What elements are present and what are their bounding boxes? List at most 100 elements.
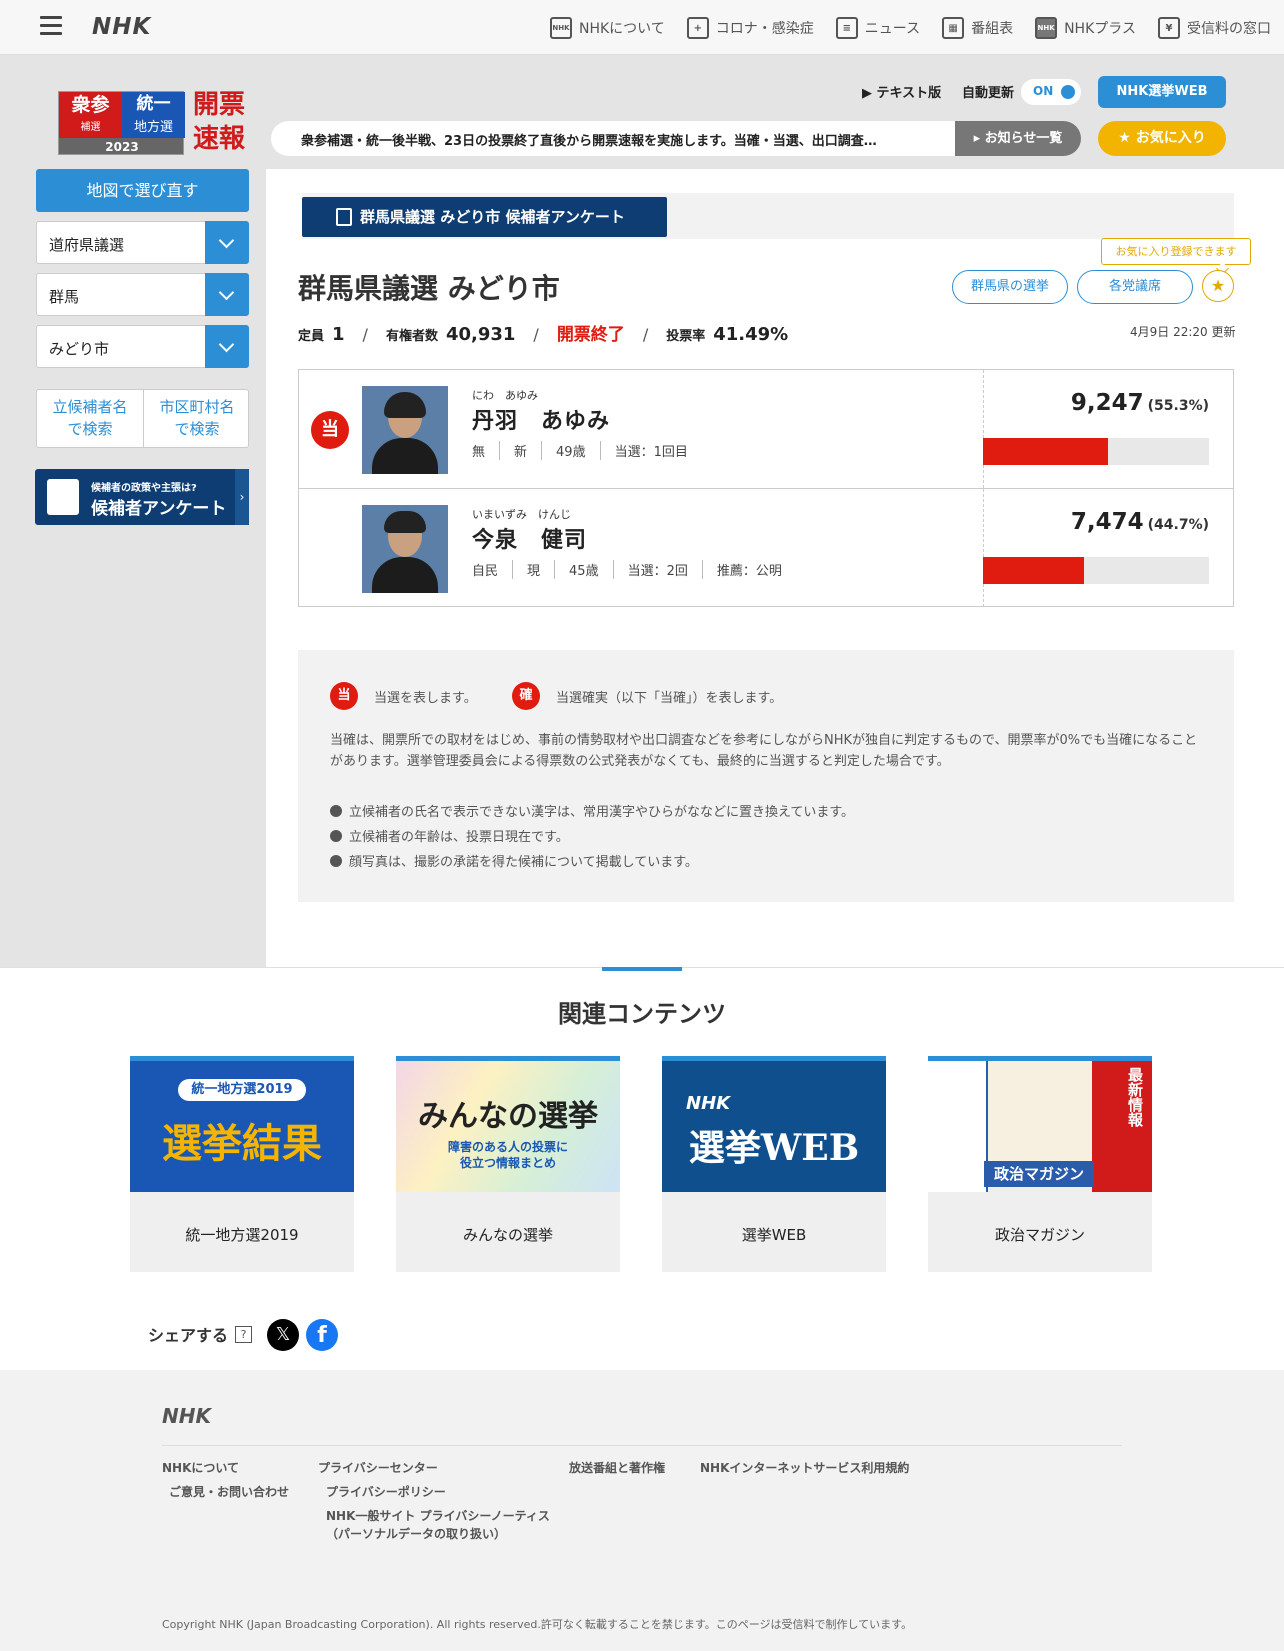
voters-value: 40,931 bbox=[445, 324, 516, 345]
footer-link-about[interactable]: NHKについて bbox=[162, 1459, 239, 1477]
related-card-politics-magazine[interactable]: 最新情報 政治マガジン 政治マガジン bbox=[928, 1056, 1152, 1272]
related-card-2019-results[interactable]: 統一地方選2019 選挙結果 統一地方選2019 bbox=[130, 1056, 354, 1272]
footer-link-contact[interactable]: ご意見・お問い合わせ bbox=[169, 1483, 289, 1501]
candidate-name: 丹羽 あゆみ bbox=[472, 409, 611, 434]
candidate-results-table: 当 にわ あゆみ 丹羽 あゆみ 無新 49歳 当選：1回目 9,247 (55.3%)… bbox=[298, 369, 1234, 607]
prefecture-elections-button[interactable]: 群馬県の選挙 bbox=[952, 270, 1068, 304]
section-accent bbox=[602, 967, 682, 971]
favorite-star-icon[interactable]: ★ bbox=[1202, 270, 1234, 302]
legend-bullet: 立候補者の氏名で表示できない漢字は、常用漢字やひらがななどに置き換えています。 bbox=[330, 801, 854, 820]
candidate-name: 今泉 健司 bbox=[472, 528, 588, 553]
nav-item-news[interactable]: ≡ ニュース bbox=[835, 16, 920, 40]
news-icon: ≡ bbox=[835, 17, 858, 39]
nav-item-program-guide[interactable]: ▦ 番組表 bbox=[942, 16, 1013, 40]
share-label: シェアする bbox=[148, 1326, 229, 1345]
election-type-select[interactable]: 道府県議選 bbox=[36, 221, 249, 264]
chevron-down-icon bbox=[205, 273, 249, 316]
footer-link-terms[interactable]: NHKインターネットサービス利用規約 bbox=[700, 1459, 909, 1477]
candidate-survey-tab[interactable]: 群馬県議選 みどり市 候補者アンケート bbox=[302, 197, 667, 237]
help-icon[interactable]: ? bbox=[235, 1326, 252, 1343]
election-stats: 定員 1 / 有権者数 40,931 / 開票終了 / 投票率 41.49% bbox=[298, 320, 806, 345]
nhk-logo[interactable]: NHK bbox=[92, 14, 151, 40]
card-thumbnail: みんなの選挙 障害のある人の投票に役立つ情報まとめ bbox=[396, 1061, 620, 1192]
hamburger-menu-icon[interactable] bbox=[40, 16, 62, 36]
updated-time: 4月9日 22:20 更新 bbox=[1130, 325, 1236, 339]
footer-link-broadcast-copyright[interactable]: 放送番組と著作権 bbox=[569, 1459, 665, 1477]
footer-link-privacy-notice[interactable]: NHK一般サイト プライバシーノーティス （パーソナルデータの取り扱い） bbox=[326, 1507, 550, 1543]
candidate-ruby: いまいずみ けんじ bbox=[472, 508, 571, 521]
certain-badge: 確 bbox=[512, 682, 540, 710]
chevron-down-icon bbox=[205, 325, 249, 368]
news-ticker: 衆参補選・統一後半戦、23日の投票終了直後から開票速報を実施します。当確・当選、… bbox=[271, 121, 1081, 156]
card-thumbnail: 最新情報 政治マガジン bbox=[928, 1061, 1152, 1192]
elected-badge: 当 bbox=[311, 411, 349, 449]
related-content-title: 関連コンテンツ bbox=[558, 1000, 726, 1028]
corona-icon: + bbox=[686, 17, 709, 39]
prefecture-select[interactable]: 群馬 bbox=[36, 273, 249, 316]
breaking-results-title: 開票 速報 bbox=[193, 90, 246, 154]
vote-share-fill bbox=[983, 438, 1108, 465]
party-seats-button[interactable]: 各党議席 bbox=[1077, 270, 1193, 304]
facebook-share-icon[interactable]: f bbox=[306, 1319, 338, 1351]
turnout-value: 41.49% bbox=[713, 324, 789, 345]
x-share-icon[interactable]: 𝕏 bbox=[267, 1319, 299, 1351]
related-card-everyones-election[interactable]: みんなの選挙 障害のある人の投票に役立つ情報まとめ みんなの選挙 bbox=[396, 1056, 620, 1272]
toggle-knob bbox=[1061, 85, 1075, 99]
election-logo[interactable]: 衆参 補選 統一 地方選 2023 bbox=[58, 91, 185, 155]
page-title: 群馬県議選 みどり市 bbox=[298, 272, 560, 305]
vote-share-fill bbox=[983, 557, 1085, 584]
nhk-plus-icon: NHK bbox=[1035, 17, 1058, 39]
nav-item-corona[interactable]: + コロナ・感染症 bbox=[686, 16, 814, 40]
candidate-meta: 無新 49歳 当選：1回目 bbox=[472, 441, 702, 460]
vote-count: 9,247 (55.3%) bbox=[1070, 390, 1209, 416]
candidate-meta: 自民現 45歳 当選：2回 推薦：公明 bbox=[472, 560, 796, 579]
election-web-button[interactable]: NHK選挙WEB bbox=[1098, 76, 1226, 108]
footer-nhk-logo[interactable]: NHK bbox=[162, 1404, 211, 1428]
legend-notes: 当 当選を表します。 確 当選確実（以下「当確」）を表します。 当確は、開票所で… bbox=[298, 650, 1234, 902]
favorite-button[interactable]: ★ お気に入り bbox=[1098, 121, 1226, 156]
nav-item-reception-fee[interactable]: ¥ 受信料の窓口 bbox=[1157, 16, 1271, 40]
related-card-election-web[interactable]: NHK 選挙WEB 選挙WEB bbox=[662, 1056, 886, 1272]
reselect-map-button[interactable]: 地図で選び直す bbox=[36, 169, 249, 212]
candidate-photo bbox=[362, 505, 448, 593]
candidate-row[interactable]: いまいずみ けんじ 今泉 健司 自民現 45歳 当選：2回 推薦：公明 7,474 (4… bbox=[299, 488, 1233, 607]
nav-item-nhk-plus[interactable]: NHK NHKプラス bbox=[1035, 16, 1136, 40]
vote-share-bar bbox=[983, 438, 1209, 465]
count-status: 開票終了 bbox=[556, 325, 625, 345]
auto-update-label: 自動更新 bbox=[962, 86, 1015, 101]
favorite-tooltip: お気に入り登録できます bbox=[1101, 238, 1251, 265]
vote-count: 7,474 (44.7%) bbox=[1070, 509, 1209, 535]
card-thumbnail: 統一地方選2019 選挙結果 bbox=[130, 1061, 354, 1192]
legend-bullet: 立候補者の年齢は、投票日現在です。 bbox=[330, 826, 569, 845]
search-by-municipality-button[interactable]: 市区町村名 で検索 bbox=[144, 396, 250, 442]
nhk-icon: NHK bbox=[550, 17, 572, 39]
candidate-photo bbox=[362, 386, 448, 474]
candidate-ruby: にわ あゆみ bbox=[472, 389, 538, 402]
top-navigation: NHK NHKについて + コロナ・感染症 ≡ ニュース ▦ 番組表 NHK NHKプラス… bbox=[550, 16, 1284, 40]
nav-item-about-nhk[interactable]: NHK NHKについて bbox=[550, 16, 665, 40]
legend-bullet: 顔写真は、撮影の承諾を得た候補について掲載しています。 bbox=[330, 851, 698, 870]
legend-paragraph: 当確は、開票所での取材をはじめ、事前の情勢取材や出口調査などを参考にしながらNH… bbox=[330, 733, 1198, 769]
seats-value: 1 bbox=[332, 324, 345, 345]
vote-share-bar bbox=[983, 557, 1209, 584]
candidate-survey-banner[interactable]: 候補者の政策や主張は? 候補者アンケート › bbox=[35, 469, 249, 525]
program-guide-icon: ▦ bbox=[942, 17, 965, 39]
survey-icon bbox=[336, 208, 352, 226]
candidate-row[interactable]: 当 にわ あゆみ 丹羽 あゆみ 無新 49歳 当選：1回目 9,247 (55.3%) bbox=[299, 370, 1233, 488]
chevron-down-icon bbox=[205, 221, 249, 264]
search-options: 立候補者名 で検索 市区町村名 で検索 bbox=[36, 389, 249, 448]
divider bbox=[162, 1445, 1122, 1446]
card-thumbnail: NHK 選挙WEB bbox=[662, 1061, 886, 1192]
elected-badge: 当 bbox=[330, 682, 358, 710]
footer-link-privacy-policy[interactable]: プライバシーポリシー bbox=[326, 1483, 446, 1501]
search-by-candidate-button[interactable]: 立候補者名 で検索 bbox=[37, 396, 143, 442]
reception-fee-icon: ¥ bbox=[1157, 17, 1180, 39]
ticker-text[interactable]: 衆参補選・統一後半戦、23日の投票終了直後から開票速報を実施します。当確・当選、… bbox=[301, 130, 921, 149]
notices-list-button[interactable]: ▸ お知らせ一覧 bbox=[955, 121, 1081, 156]
text-version-link[interactable]: ▶ テキスト版 bbox=[862, 82, 941, 101]
copyright: Copyright NHK (Japan Broadcasting Corpor… bbox=[162, 1618, 913, 1631]
survey-icon bbox=[47, 479, 79, 515]
footer-link-privacy-center[interactable]: プライバシーセンター bbox=[318, 1459, 438, 1477]
auto-update-toggle[interactable]: ON bbox=[1021, 79, 1081, 105]
municipality-select[interactable]: みどり市 bbox=[36, 325, 249, 368]
